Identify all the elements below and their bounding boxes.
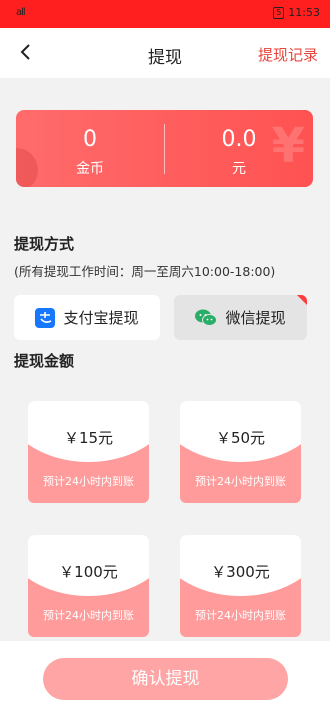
withdraw-records-link[interactable]: 提现记录 [258, 44, 318, 65]
amount-option-300[interactable]: ￥300元 预计24小时内到账 [180, 535, 301, 637]
amount-price: ￥15元 [63, 429, 114, 447]
battery-icon: 5 [273, 6, 285, 19]
confirm-withdraw-button[interactable]: 确认提现 [43, 658, 288, 700]
working-hours-note: (所有提现工作时间：周一至周六10:00-18:00) [14, 264, 276, 279]
amount-price: ￥100元 [59, 563, 118, 581]
wechat-icon [195, 309, 218, 326]
amount-option-15[interactable]: ￥15元 预计24小时内到账 [28, 401, 149, 503]
wechat-option[interactable]: 微信提现 [174, 295, 307, 340]
amount-option-100[interactable]: ￥100元 预计24小时内到账 [28, 535, 149, 637]
coins-value: 0 [83, 127, 97, 152]
amount-section-title: 提现金额 [14, 352, 75, 370]
yuan-value: 0.0 [221, 127, 257, 152]
alipay-label: 支付宝提现 [63, 309, 139, 327]
amount-eta: 预计24小时内到账 [43, 609, 134, 622]
nav-bar: 提现 提现记录 [0, 28, 330, 78]
selected-corner-icon [297, 295, 307, 305]
status-right: 5 11:53 [273, 6, 320, 19]
alipay-icon [35, 307, 56, 328]
coins-balance: 0 金币 [16, 110, 164, 187]
balance-card: ¥ 0 金币 0.0 元 [16, 110, 313, 187]
wechat-label: 微信提现 [225, 309, 286, 327]
signal-icon: all [16, 7, 26, 18]
amount-eta: 预计24小时内到账 [195, 475, 286, 488]
amount-price: ￥50元 [215, 429, 266, 447]
amount-option-50[interactable]: ￥50元 预计24小时内到账 [180, 401, 301, 503]
status-bar: all 5 11:53 [0, 0, 330, 28]
amount-price: ￥300元 [211, 563, 270, 581]
coins-label: 金币 [76, 161, 104, 177]
amount-eta: 预计24小时内到账 [195, 609, 286, 622]
status-time: 11:53 [288, 6, 320, 19]
bottom-bar: 确认提现 [0, 641, 330, 715]
yuan-label: 元 [232, 161, 246, 177]
alipay-option[interactable]: 支付宝提现 [14, 295, 160, 340]
amount-eta: 预计24小时内到账 [43, 475, 134, 488]
method-section-title: 提现方式 [14, 235, 75, 253]
yuan-balance: 0.0 元 [165, 110, 313, 187]
